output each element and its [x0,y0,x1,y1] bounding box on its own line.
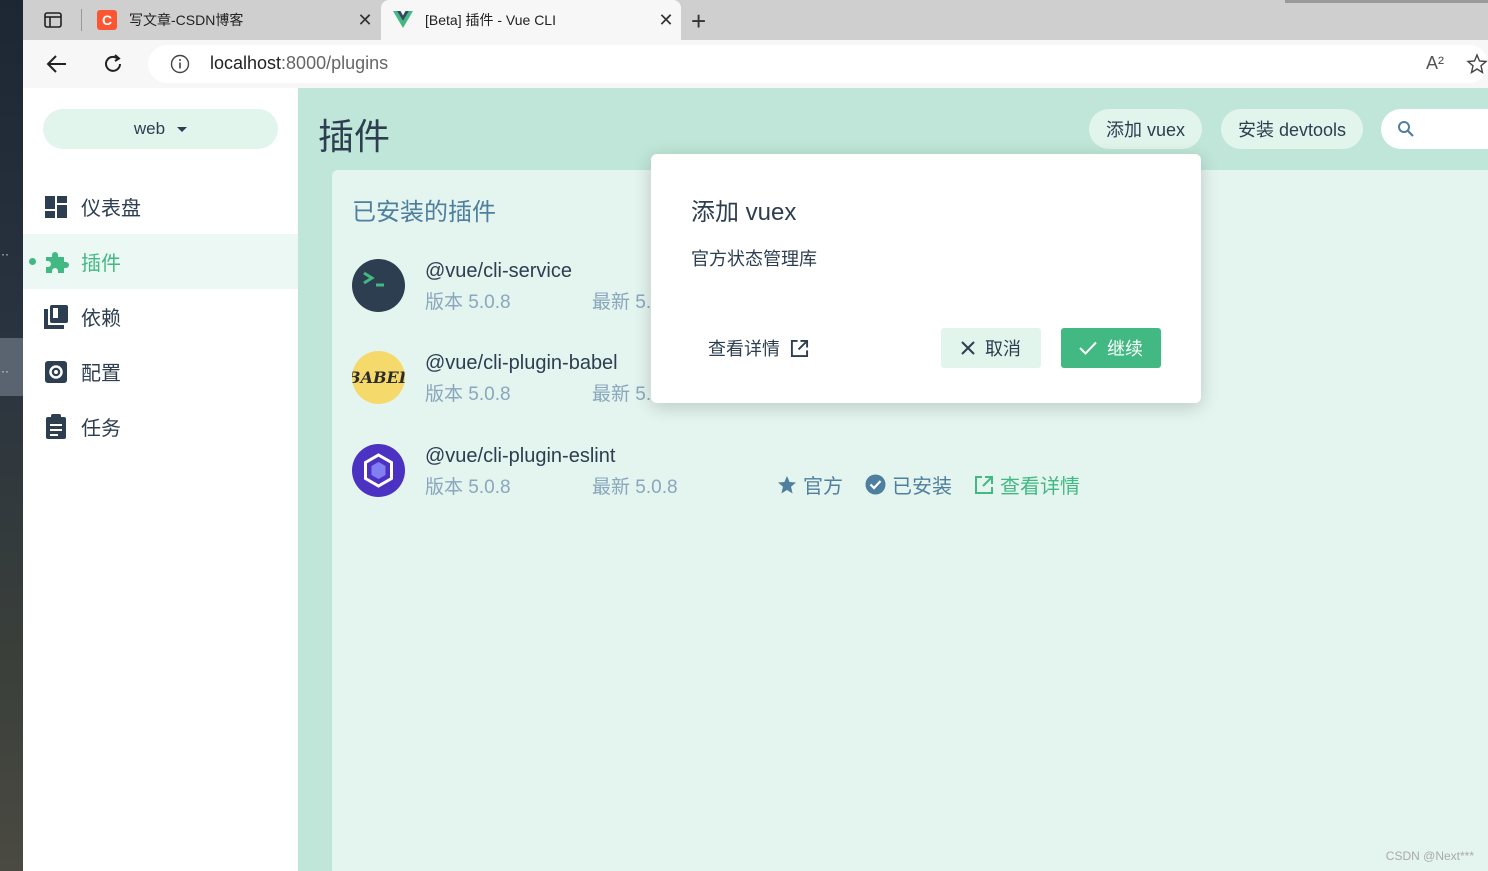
sidebar-item-configuration[interactable]: 配置 [23,344,298,399]
address-bar: localhost:8000/plugins A² [23,40,1488,88]
project-name: web [133,119,166,138]
tab-actions-icon[interactable] [43,10,63,30]
cancel-label: 取消 [985,339,1021,359]
desktop-dots: ·· [1,364,9,378]
plugin-version: 版本 5.0.8 [425,477,511,498]
star-icon [778,475,796,493]
window-edge [1285,0,1488,3]
babel-logo: BABEL [352,351,405,404]
sidebar-item-tasks[interactable]: 任务 [23,399,298,454]
plugin-version: 版本 5.0.8 [425,384,511,405]
tab-title: [Beta] 插件 - Vue CLI [425,12,556,28]
desktop-strip: ·· ·· [0,0,23,871]
settings-icon [43,359,69,385]
read-aloud-icon[interactable]: A² [1426,53,1444,74]
plugin-details-link[interactable]: 查看详情 [974,470,1080,499]
install-devtools-button[interactable]: 安装 devtools [1221,109,1364,149]
back-icon[interactable] [43,50,71,78]
plugin-latest: 最新 5.0.8 [592,477,678,498]
plugin-latest: 最新 5. [592,384,652,405]
svg-text:BABEL: BABEL [352,368,405,387]
new-tab-icon[interactable]: + [691,6,706,37]
plugin-name: @vue/cli-service [425,260,573,282]
plugin-item[interactable]: @vue/cli-plugin-eslint 版本 5.0.8 最新 5.0.8… [352,444,1452,504]
close-icon[interactable]: ✕ [651,10,681,31]
clipboard-icon [43,413,69,440]
sidebar-item-label: 仪表盘 [81,198,141,220]
installed-badge: 已安装 [865,470,952,499]
external-link-icon [790,339,809,357]
url-host: localhost [210,53,282,73]
eslint-logo [352,444,405,497]
refresh-icon[interactable] [99,50,127,78]
check-circle-icon [865,474,886,495]
plugin-name: @vue/cli-plugin-babel [425,352,618,374]
dashboard-icon [43,194,69,220]
tab-separator [81,9,82,31]
vue-cli-service-logo [352,259,405,312]
puzzle-icon [43,249,69,275]
sidebar-item-label: 任务 [81,418,121,440]
favorite-star-icon[interactable] [1466,53,1488,80]
details-label: 查看详情 [708,339,780,359]
tab-csdn[interactable]: C 写文章-CSDN博客 ✕ [85,0,380,40]
plugin-latest: 最新 5. [592,292,652,313]
sidebar-item-dashboard[interactable]: 仪表盘 [23,179,298,234]
official-label: 官方 [803,476,843,498]
plugin-name: @vue/cli-plugin-eslint [425,445,616,467]
check-icon [1079,341,1097,355]
add-vuex-dialog: 添加 vuex 官方状态管理库 查看详情 取消 继续 [651,154,1201,403]
plugin-meta: 官方 已安装 查看详情 [777,470,1080,499]
sidebar: web 仪表盘 插件 依赖 配置 任务 [23,88,298,871]
sidebar-item-dependencies[interactable]: 依赖 [23,289,298,344]
panel-title: 已安装的插件 [352,199,496,226]
watermark: CSDN @Next*** [1385,849,1474,863]
dialog-description: 官方状态管理库 [691,249,817,269]
url-text[interactable]: localhost:8000/plugins [210,53,388,74]
vue-logo-icon [393,10,413,30]
sidebar-item-label: 插件 [81,253,121,275]
close-icon[interactable]: ✕ [350,10,380,31]
info-icon[interactable] [170,54,190,79]
library-icon [43,304,69,330]
page-title: 插件 [318,116,391,157]
dialog-details-button[interactable]: 查看详情 [693,328,824,368]
csdn-logo-icon: C [97,10,117,30]
sidebar-item-label: 配置 [81,363,121,385]
browser-tabbar: C 写文章-CSDN博客 ✕ [Beta] 插件 - Vue CLI ✕ + [23,0,1488,40]
search-input[interactable] [1381,109,1488,149]
tab-title: 写文章-CSDN博客 [129,12,244,28]
caret-down-icon [177,126,188,132]
project-selector[interactable]: web [43,109,278,149]
sidebar-item-plugins[interactable]: 插件 [23,234,298,289]
url-path: :8000/plugins [281,53,389,73]
tab-vue-cli[interactable]: [Beta] 插件 - Vue CLI ✕ [381,0,681,40]
active-indicator [29,258,36,265]
desktop-dots: ·· [1,247,9,261]
details-label: 查看详情 [1000,476,1080,498]
external-link-icon [975,475,993,494]
plugin-version: 版本 5.0.8 [425,292,511,313]
continue-button[interactable]: 继续 [1061,328,1161,368]
url-field[interactable]: localhost:8000/plugins A² [148,45,1488,83]
continue-label: 继续 [1107,339,1143,359]
search-icon [1397,120,1415,143]
dialog-title: 添加 vuex [691,199,797,226]
installed-label: 已安装 [892,476,952,498]
sidebar-item-label: 依赖 [81,308,121,330]
cancel-button[interactable]: 取消 [941,328,1041,368]
add-vuex-button[interactable]: 添加 vuex [1089,109,1203,149]
close-icon [961,341,975,355]
official-badge: 官方 [777,470,843,499]
